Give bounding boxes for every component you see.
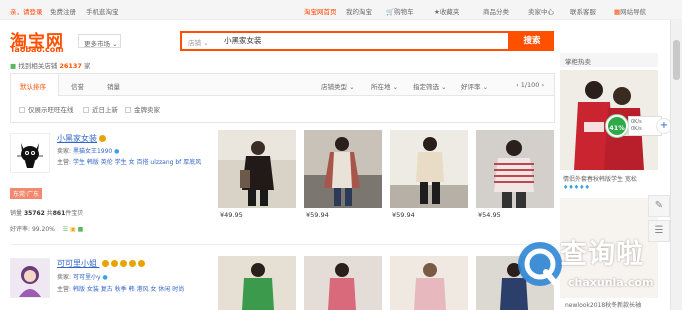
girl-avatar-icon [11,259,49,297]
crown-icon [110,260,118,267]
speed-percent[interactable]: 41% [606,115,628,137]
row-divider [10,244,555,245]
filter-panel: 默认排序 信誉 销量 店铺类型 ⌄ 所在地 ⌄ 指定筛选 ⌄ 好评率 ⌄ ‹ 1… [10,73,555,123]
watermark-url: chaxunla.com [568,276,654,289]
pager: ‹ 1/100 › [516,81,545,89]
hot-sale-caption[interactable]: 情侣外套春秋韩版学生 宽松 [563,174,637,183]
list-icon: ☰ [62,226,69,233]
tab-default[interactable]: 默认排序 [20,81,46,91]
badge-icon: ■ [77,226,84,233]
login-link[interactable]: 亲，请登录 [10,6,43,16]
chevron-down-icon: ⌄ [203,39,209,47]
hot-sale-header: 掌柜热卖 [560,53,658,67]
shop-stats: 销量 35762 共861件宝贝 [10,210,84,217]
sort-tabs: 默认排序 信誉 销量 店铺类型 ⌄ 所在地 ⌄ 指定筛选 ⌄ 好评率 ⌄ ‹ 1… [11,74,554,96]
taobao-logo-sub: Taobao.com [10,45,64,54]
hot-sale-caption-2[interactable]: newlook2018秋冬新款长袖 [565,300,641,309]
check-icon: ■ [10,62,17,70]
watermark-text: 查询啦 [560,239,644,270]
main-line: 主营: 学生 韩版 英伦 学生 女 百搭 ulzzang bf 厚底风 [57,159,202,166]
checkbox-new[interactable]: 近日上新 [83,104,118,114]
wangwang-icon[interactable]: ● [114,148,119,155]
my-taobao-link[interactable]: 我的淘宝 [346,6,372,16]
specific-filter-select[interactable]: 指定筛选 ⌄ [413,81,447,91]
checkbox-gold[interactable]: 金牌卖家 [125,104,160,114]
product-image[interactable] [304,130,382,208]
tab-sales[interactable]: 销量 [107,81,120,91]
product-image[interactable] [218,130,296,208]
product-image[interactable] [390,130,468,208]
product-image[interactable] [304,256,382,310]
service-link[interactable]: 联系客服 [570,6,596,16]
cat-logo-icon [11,134,49,172]
shop-rating: 好评率: 99.20% ☰ ▣ ■ [10,226,84,233]
tab-credit[interactable]: 信誉 [71,81,84,91]
product-price: ¥59.94 [392,211,415,219]
crown-icon [137,260,145,267]
home-link[interactable]: 淘宝网首页 [304,6,337,16]
shield-icon: ▣ [70,226,76,233]
search-button[interactable]: 搜索 [510,31,554,51]
shop-name-link[interactable]: 小黑家女装 [57,133,106,144]
wangwang-icon[interactable]: ● [102,274,107,281]
cart-icon: 🛒 [386,8,395,16]
categories-link[interactable]: 商品分类 [483,6,509,16]
product-price: ¥49.95 [220,211,243,219]
seller-line: 卖家: 可可里小y ● [57,274,108,281]
search-input[interactable] [224,36,474,45]
edit-icon[interactable]: ✎ [648,195,670,217]
location-badge: 东莞·广东 [10,188,42,199]
crown-icon [119,260,127,267]
product-image[interactable] [476,130,554,208]
upload-speed: 0K/s [631,119,642,125]
product-price: ¥59.94 [306,211,329,219]
mobile-link[interactable]: 手机逛淘宝 [86,6,119,16]
results-count: ■ 找到相关店铺 26137 家 [10,62,91,70]
favorites-link[interactable]: ★收藏夹 [434,6,459,16]
search-type-select[interactable]: 店铺 ⌄ [188,37,209,47]
rating-stars: ♦♦♦♦♦ [563,184,590,191]
prev-page-icon[interactable]: ‹ [516,81,519,89]
scrollbar-thumb[interactable] [673,40,680,80]
crown-icon [99,135,106,142]
shop-avatar[interactable] [10,258,50,298]
crown-icon [101,260,109,267]
product-image[interactable] [390,256,468,310]
top-bar: 亲，请登录 免费注册 手机逛淘宝 淘宝网首页 我的淘宝 🛒购物车 ★收藏夹 商品… [0,0,682,20]
chevron-down-icon: ⌄ [112,40,118,48]
seller-center-link[interactable]: 卖家中心 [528,6,554,16]
product-image[interactable] [218,256,296,310]
crown-icon [128,260,136,267]
cart-link[interactable]: 🛒购物车 [386,6,414,16]
rating-select[interactable]: 好评率 ⌄ [461,81,488,91]
shop-name-link[interactable]: 可可里小姐 [57,258,145,269]
seller-link[interactable]: 黑猫女王1990 [73,148,112,155]
seller-line: 卖家: 黑猫女王1990 ● [57,148,120,155]
search-box: 店铺 ⌄ [180,31,510,51]
checkbox-online[interactable]: 仅展示旺旺在线 [19,104,74,114]
site-nav-link[interactable]: ▦网站导航 [614,6,646,16]
more-market-dropdown[interactable]: 更多市场 ⌄ [78,34,121,48]
seller-link[interactable]: 可可里小y [73,274,101,281]
main-line: 主营: 韩版 女装 复古 秋季 韩 港风 女 休闲 时尚 [57,286,185,293]
register-link[interactable]: 免费注册 [50,6,76,16]
shop-type-select[interactable]: 店铺类型 ⌄ [321,81,355,91]
location-select[interactable]: 所在地 ⌄ [371,81,398,91]
next-page-icon[interactable]: › [542,81,545,89]
product-price: ¥54.95 [478,211,501,219]
download-speed: 0K/s [631,126,642,132]
shop-avatar[interactable] [10,133,50,173]
